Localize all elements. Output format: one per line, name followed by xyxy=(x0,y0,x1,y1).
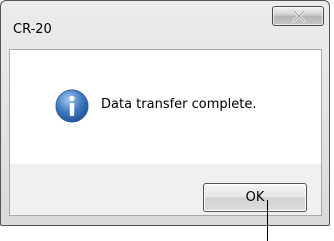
dialog-window: CR-20 Data transfer complete. OK xyxy=(0,0,330,226)
close-button[interactable] xyxy=(272,6,324,26)
callout-line xyxy=(267,200,268,241)
dialog-body: Data transfer complete. OK xyxy=(9,49,322,216)
close-icon xyxy=(292,10,306,22)
ok-button[interactable]: OK xyxy=(203,183,307,212)
title-bar[interactable]: CR-20 xyxy=(1,1,329,37)
window-title: CR-20 xyxy=(13,22,52,37)
message-area: Data transfer complete. xyxy=(10,50,321,164)
information-icon xyxy=(55,89,89,123)
message-text: Data transfer complete. xyxy=(101,97,257,112)
